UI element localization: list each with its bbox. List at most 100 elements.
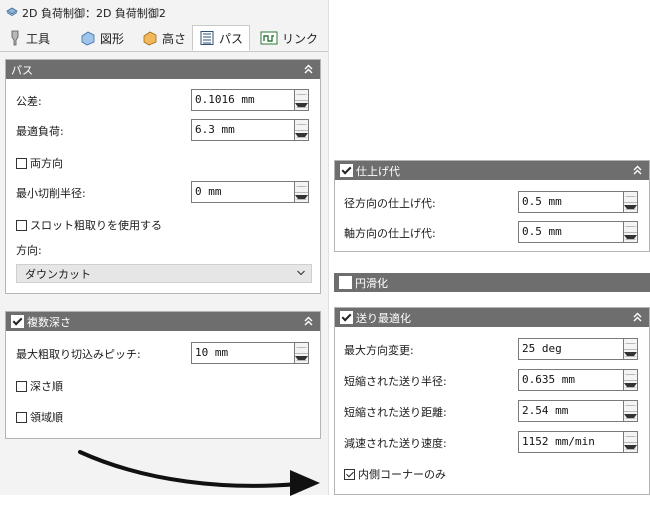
depth-order-checkbox[interactable]: 深さ順 (16, 378, 63, 394)
checkbox-box[interactable] (16, 411, 27, 423)
tolerance-field[interactable]: 0.1016 mm (191, 89, 309, 111)
axial-stock-field[interactable]: 0.5 mm (518, 221, 638, 243)
axial-stock-input[interactable]: 0.5 mm (518, 221, 624, 243)
reduced-radius-spinner[interactable] (624, 369, 638, 391)
stock-header: 仕上げ代 (335, 161, 649, 180)
reduced-radius-input[interactable]: 0.635 mm (518, 369, 624, 391)
reduced-distance-field[interactable]: 2.54 mm (518, 400, 638, 422)
direction-label: 方向: (16, 244, 42, 257)
tab-path[interactable]: パス (192, 25, 251, 51)
spin-down-icon[interactable] (295, 100, 308, 110)
spin-down-icon[interactable] (295, 130, 308, 140)
smoothing-checkbox[interactable] (339, 276, 352, 289)
stock-checkbox[interactable] (340, 164, 353, 177)
slot-roughing-label: スロット粗取りを使用する (30, 219, 162, 232)
tab-height-label: 高さ (162, 31, 187, 46)
checkbox-box[interactable] (16, 157, 27, 169)
spin-up-icon[interactable] (295, 90, 308, 101)
reduced-distance-spinner[interactable] (624, 400, 638, 422)
collapse-icon[interactable] (632, 311, 643, 323)
radial-stock-field[interactable]: 0.5 mm (518, 191, 638, 213)
optimal-load-field[interactable]: 6.3 mm (191, 119, 309, 141)
spin-up-icon[interactable] (624, 432, 637, 443)
reduced-distance-input[interactable]: 2.54 mm (518, 400, 624, 422)
collapse-icon[interactable] (632, 164, 643, 176)
shape-icon (81, 31, 95, 46)
both-directions-label: 両方向 (30, 157, 63, 170)
tolerance-input[interactable]: 0.1016 mm (191, 89, 295, 111)
radial-stock-spinner[interactable] (624, 191, 638, 213)
feed-opt-header: 送り最適化 (335, 308, 649, 327)
smoothing-panel: 円滑化 (334, 273, 650, 292)
spin-down-icon[interactable] (295, 192, 308, 202)
smoothing-title: 円滑化 (355, 276, 388, 290)
feed-opt-checkbox[interactable] (340, 311, 353, 324)
depth-order-label: 深さ順 (30, 380, 63, 393)
spin-down-icon[interactable] (624, 380, 637, 390)
inner-corners-checkbox[interactable]: 内側コーナーのみ (344, 466, 446, 482)
reduced-distance-label: 短縮された送り距離: (344, 406, 447, 419)
checkbox-box[interactable] (16, 380, 27, 392)
spin-down-icon[interactable] (624, 411, 637, 421)
inner-corners-label: 内側コーナーのみ (358, 468, 446, 481)
reduced-feed-field[interactable]: 1152 mm/min (518, 431, 638, 453)
spin-up-icon[interactable] (624, 370, 637, 381)
spin-down-icon[interactable] (624, 202, 637, 212)
feed-opt-panel: 送り最適化 最大方向変更: 25 deg 短縮された送り半径: 0.635 mm… (334, 307, 650, 495)
checkbox-box[interactable] (344, 468, 355, 480)
reduced-feed-label: 減速された送り速度: (344, 437, 447, 450)
spin-up-icon[interactable] (624, 339, 637, 350)
max-step-label: 最大粗取り切込みピッチ: (16, 348, 141, 361)
reduced-radius-field[interactable]: 0.635 mm (518, 369, 638, 391)
spin-up-icon[interactable] (624, 401, 637, 412)
reduced-feed-input[interactable]: 1152 mm/min (518, 431, 624, 453)
max-step-input[interactable]: 10 mm (191, 342, 295, 364)
max-dir-change-field[interactable]: 25 deg (518, 338, 638, 360)
spin-up-icon[interactable] (295, 343, 308, 354)
direction-select[interactable]: ダウンカット (16, 264, 312, 283)
tab-tool[interactable]: 工具 (2, 26, 56, 50)
collapse-icon[interactable] (303, 63, 314, 75)
spin-down-icon[interactable] (624, 232, 637, 242)
collapse-icon[interactable] (303, 315, 314, 327)
feed-opt-title: 送り最適化 (356, 311, 411, 325)
max-dir-change-input[interactable]: 25 deg (518, 338, 624, 360)
min-radius-field[interactable]: 0 mm (191, 181, 309, 203)
optimal-load-input[interactable]: 6.3 mm (191, 119, 295, 141)
tab-tool-label: 工具 (26, 31, 51, 46)
tab-shape[interactable]: 図形 (74, 26, 130, 50)
multi-depth-checkbox[interactable] (11, 315, 24, 328)
min-radius-spinner[interactable] (295, 181, 309, 203)
multi-depth-title: 複数深さ (27, 315, 71, 329)
checkbox-box[interactable] (16, 219, 27, 231)
path-icon (200, 31, 214, 45)
title-bar: 2D 負荷制御：2D 負荷制御2 (0, 0, 328, 24)
spin-up-icon[interactable] (295, 182, 308, 193)
both-directions-checkbox[interactable]: 両方向 (16, 155, 63, 171)
min-radius-input[interactable]: 0 mm (191, 181, 295, 203)
spin-down-icon[interactable] (624, 442, 637, 452)
radial-stock-input[interactable]: 0.5 mm (518, 191, 624, 213)
optimal-load-label: 最適負荷: (16, 125, 64, 138)
slot-roughing-checkbox[interactable]: スロット粗取りを使用する (16, 217, 162, 233)
spin-up-icon[interactable] (295, 120, 308, 131)
reduced-feed-spinner[interactable] (624, 431, 638, 453)
max-step-spinner[interactable] (295, 342, 309, 364)
spin-down-icon[interactable] (295, 353, 308, 363)
axial-stock-spinner[interactable] (624, 221, 638, 243)
max-step-field[interactable]: 10 mm (191, 342, 309, 364)
tab-height[interactable]: 高さ (136, 26, 192, 50)
tab-link[interactable]: リンク (254, 26, 324, 50)
multi-depth-panel: 複数深さ 最大粗取り切込みピッチ: 10 mm 深さ順 領域順 (5, 311, 321, 439)
spin-down-icon[interactable] (624, 349, 637, 359)
app-icon (6, 7, 18, 16)
tab-link-label: リンク (282, 31, 319, 46)
max-dir-change-spinner[interactable] (624, 338, 638, 360)
tolerance-label: 公差: (16, 95, 42, 108)
region-order-checkbox[interactable]: 領域順 (16, 409, 63, 425)
spin-up-icon[interactable] (624, 192, 637, 203)
tolerance-spinner[interactable] (295, 89, 309, 111)
optimal-load-spinner[interactable] (295, 119, 309, 141)
spin-up-icon[interactable] (624, 222, 637, 233)
tab-shape-label: 図形 (100, 31, 125, 46)
